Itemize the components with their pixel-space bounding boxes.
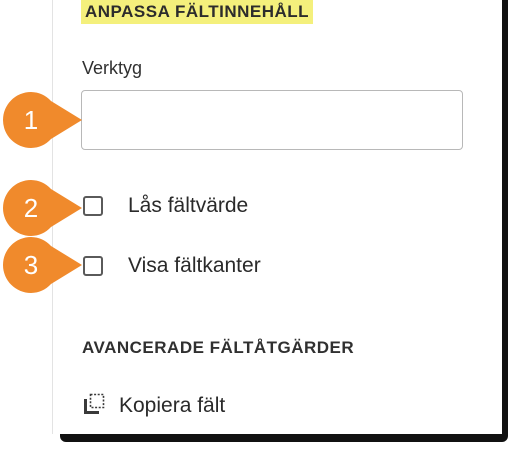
callout-badge-3: 3	[3, 237, 83, 293]
copy-field-button[interactable]: Kopiera fält	[83, 391, 225, 421]
copy-field-icon	[83, 393, 105, 420]
lock-field-value-option[interactable]: Lås fältvärde	[83, 193, 248, 219]
tool-field-label: Verktyg	[82, 58, 143, 78]
callout-number-1: 1	[23, 105, 39, 135]
callout-badge-2: 2	[3, 180, 83, 236]
copy-field-label: Kopiera fält	[119, 394, 226, 417]
callout-number-2: 2	[23, 193, 39, 223]
show-field-borders-option[interactable]: Visa fältkanter	[83, 253, 261, 279]
customize-field-content-heading: ANPASSA FÄLTINNEHÅLL	[81, 0, 314, 24]
show-field-borders-label: Visa fältkanter	[128, 254, 261, 277]
field-properties-panel: ANPASSA FÄLTINNEHÅLL Verktyg Lås fältvär…	[52, 0, 502, 434]
screenshot-stage: ANPASSA FÄLTINNEHÅLL Verktyg Lås fältvär…	[0, 0, 520, 451]
callout-number-3: 3	[23, 250, 39, 280]
advanced-field-actions-heading: AVANCERADE FÄLTÅTGÄRDER	[82, 338, 355, 357]
show-field-borders-checkbox[interactable]	[83, 256, 103, 276]
lock-field-value-checkbox[interactable]	[83, 196, 103, 216]
callout-badge-1: 1	[3, 92, 83, 148]
tool-text-input[interactable]	[81, 90, 463, 150]
lock-field-value-label: Lås fältvärde	[128, 194, 249, 217]
